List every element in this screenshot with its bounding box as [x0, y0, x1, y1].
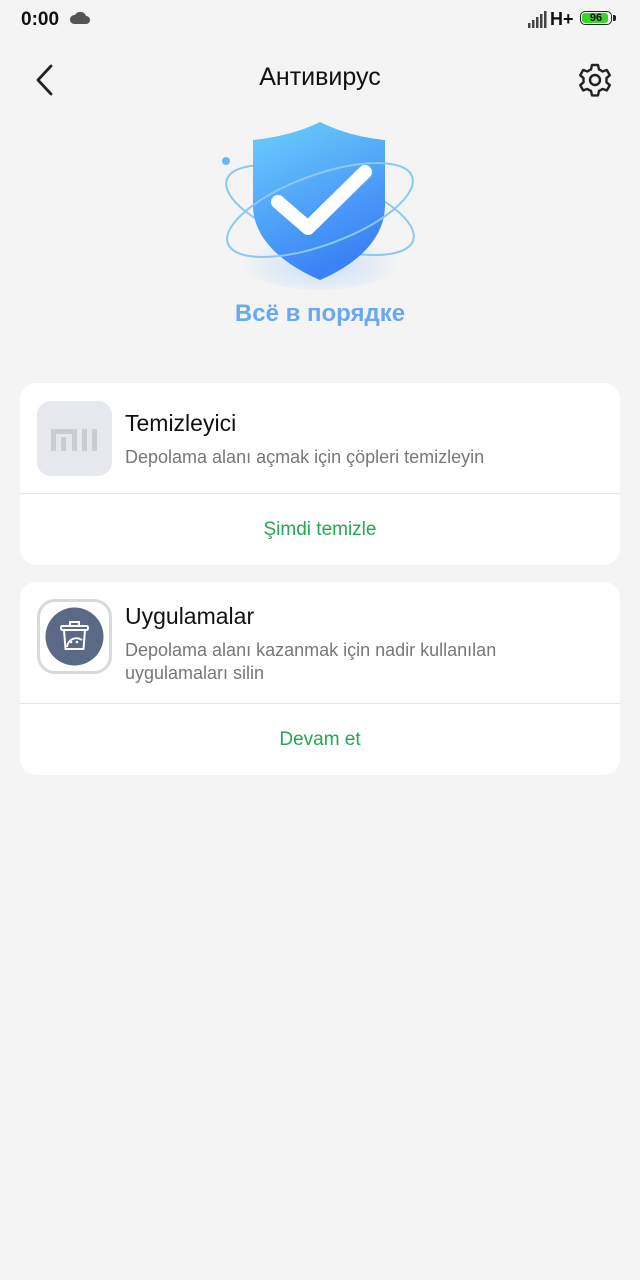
cloud-icon: [69, 11, 91, 30]
shield-check-icon: [210, 110, 430, 295]
signal-icon: [528, 11, 548, 33]
card-title: Uygulamalar: [125, 603, 255, 629]
continue-button[interactable]: Devam et: [20, 704, 620, 775]
status-bar: 0:00 H+ 96: [0, 0, 640, 40]
settings-button[interactable]: [575, 60, 615, 100]
network-type: H+: [550, 9, 574, 29]
status-time: 0:00: [21, 9, 60, 30]
cleaner-card: Temizleyici Depolama alanı açmak için çö…: [20, 383, 620, 565]
app-trash-icon: [37, 599, 112, 674]
card-title: Temizleyici: [125, 410, 237, 436]
card-description: Depolama alanı açmak için çöpleri temizl…: [125, 447, 485, 467]
gear-icon: [579, 63, 611, 97]
status-text: Всё в порядке: [234, 300, 406, 327]
battery-icon: 96: [580, 11, 616, 27]
card-description: Depolama alanı kazanmak için nadir kulla…: [125, 640, 497, 683]
clean-now-button[interactable]: Şimdi temizle: [20, 494, 620, 565]
battery-level: 96: [589, 12, 603, 24]
mi-logo-icon: [37, 401, 112, 476]
apps-card: Uygulamalar Depolama alanı kazanmak için…: [20, 582, 620, 775]
page-title: Антивирус: [259, 63, 381, 91]
